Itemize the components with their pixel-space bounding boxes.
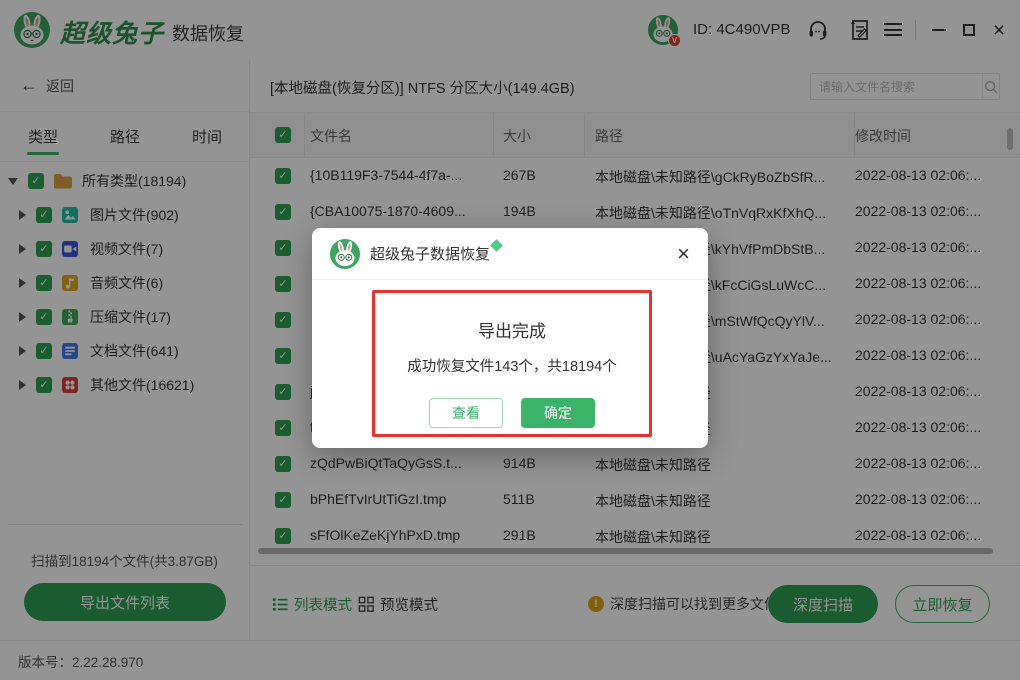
dialog-message-title: 导出完成 (478, 317, 546, 342)
export-complete-dialog: 超级兔子数据恢复 × 导出完成 成功恢复文件143个，共18194个 查看 确定 (312, 228, 708, 448)
dialog-message-detail: 成功恢复文件143个，共18194个 (407, 355, 617, 376)
dialog-title: 超级兔子数据恢复 (370, 243, 490, 264)
sparkle-diamond-icon (490, 239, 503, 252)
dialog-header: 超级兔子数据恢复 × (312, 228, 708, 280)
result-highlight-box: 导出完成 成功恢复文件143个，共18194个 查看 确定 (372, 290, 652, 437)
dialog-close-icon[interactable]: × (677, 243, 690, 265)
app-window: 超级兔子 数据恢复 V ID: 4C490VPB (0, 0, 1020, 680)
rabbit-logo-icon (330, 239, 360, 269)
ok-button[interactable]: 确定 (521, 398, 595, 428)
view-button[interactable]: 查看 (429, 398, 503, 428)
